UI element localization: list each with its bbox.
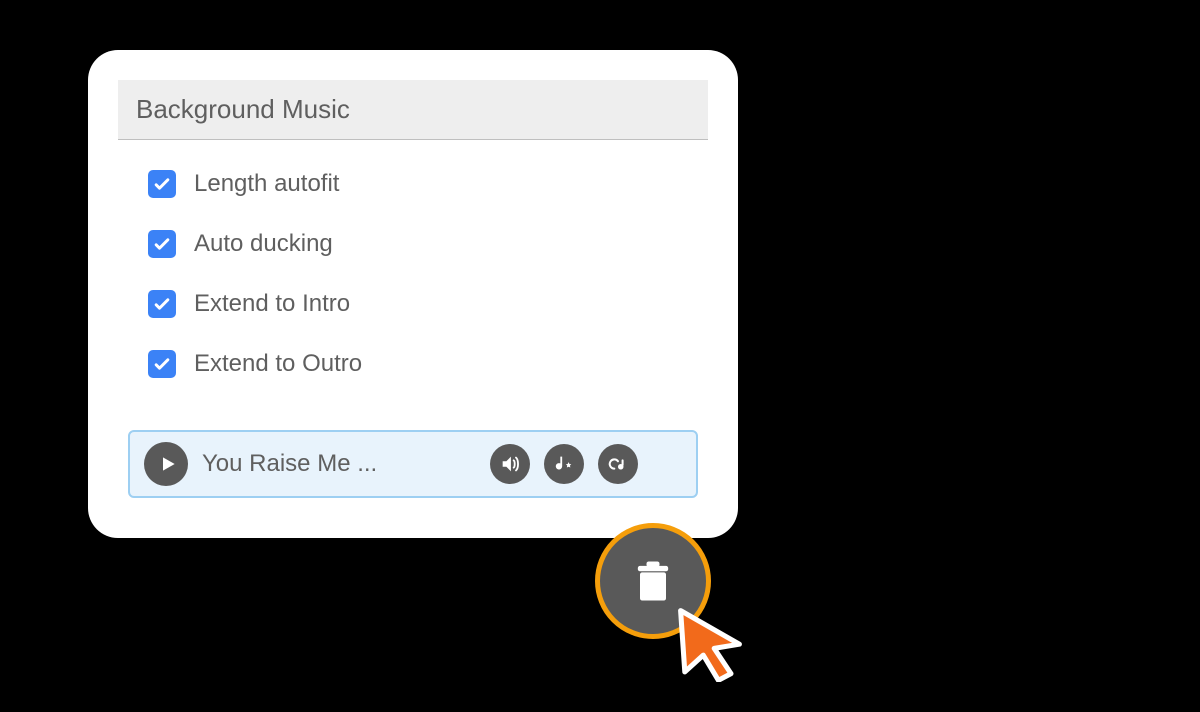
option-auto-ducking: Auto ducking (148, 230, 688, 258)
option-label: Extend to Outro (194, 350, 362, 378)
checkmark-icon (152, 174, 172, 194)
cursor-pointer-icon (668, 598, 752, 682)
checkmark-icon (152, 234, 172, 254)
checkbox-extend-outro[interactable] (148, 350, 176, 378)
track-row[interactable]: You Raise Me ... (128, 430, 698, 498)
checkbox-auto-ducking[interactable] (148, 230, 176, 258)
music-star-icon (553, 453, 575, 475)
volume-icon (499, 453, 521, 475)
option-label: Length autofit (194, 170, 339, 198)
music-star-button[interactable] (544, 444, 584, 484)
checkmark-icon (152, 294, 172, 314)
option-label: Auto ducking (194, 230, 333, 258)
checkbox-length-autofit[interactable] (148, 170, 176, 198)
panel-title: Background Music (136, 94, 350, 124)
options-group: Length autofit Auto ducking Extend to In… (118, 140, 708, 420)
music-loop-button[interactable] (598, 444, 638, 484)
option-extend-intro: Extend to Intro (148, 290, 688, 318)
checkbox-extend-intro[interactable] (148, 290, 176, 318)
play-button[interactable] (144, 442, 188, 486)
option-length-autofit: Length autofit (148, 170, 688, 198)
volume-button[interactable] (490, 444, 530, 484)
track-title: You Raise Me ... (202, 450, 476, 478)
option-label: Extend to Intro (194, 290, 350, 318)
background-music-panel: Background Music Length autofit Auto duc… (88, 50, 738, 538)
checkmark-icon (152, 354, 172, 374)
loop-icon (607, 453, 629, 475)
option-extend-outro: Extend to Outro (148, 350, 688, 378)
panel-header: Background Music (118, 80, 708, 140)
play-icon (158, 454, 178, 474)
